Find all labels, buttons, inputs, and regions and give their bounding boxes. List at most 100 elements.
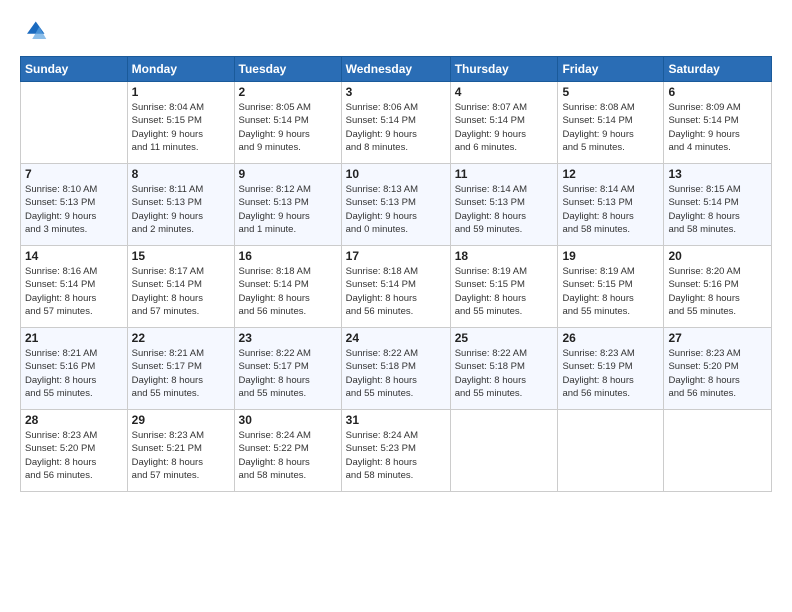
day-info: Sunrise: 8:10 AMSunset: 5:13 PMDaylight:…	[25, 183, 123, 236]
calendar-cell: 7 Sunrise: 8:10 AMSunset: 5:13 PMDaylight…	[21, 164, 128, 246]
calendar-week-row: 7 Sunrise: 8:10 AMSunset: 5:13 PMDaylight…	[21, 164, 772, 246]
day-number: 8	[132, 167, 230, 181]
day-info: Sunrise: 8:11 AMSunset: 5:13 PMDaylight:…	[132, 183, 230, 236]
day-info: Sunrise: 8:09 AMSunset: 5:14 PMDaylight:…	[668, 101, 767, 154]
day-number: 6	[668, 85, 767, 99]
day-number: 12	[562, 167, 659, 181]
header	[20, 18, 772, 46]
calendar-cell: 16 Sunrise: 8:18 AMSunset: 5:14 PMDayligh…	[234, 246, 341, 328]
day-info: Sunrise: 8:14 AMSunset: 5:13 PMDaylight:…	[455, 183, 554, 236]
calendar-week-row: 21 Sunrise: 8:21 AMSunset: 5:16 PMDayligh…	[21, 328, 772, 410]
day-number: 28	[25, 413, 123, 427]
calendar-cell: 26Sunrise: 8:23 AMSunset: 5:19 PMDayligh…	[558, 328, 664, 410]
calendar-cell: 11Sunrise: 8:14 AMSunset: 5:13 PMDayligh…	[450, 164, 558, 246]
calendar-cell: 19 Sunrise: 8:19 AMSunset: 5:15 PMDayligh…	[558, 246, 664, 328]
calendar-cell	[558, 410, 664, 492]
day-info: Sunrise: 8:16 AMSunset: 5:14 PMDaylight:…	[25, 265, 123, 318]
calendar-cell	[450, 410, 558, 492]
calendar-cell: 8 Sunrise: 8:11 AMSunset: 5:13 PMDaylight…	[127, 164, 234, 246]
day-number: 10	[346, 167, 446, 181]
day-info: Sunrise: 8:06 AMSunset: 5:14 PMDaylight:…	[346, 101, 446, 154]
weekday-header-sunday: Sunday	[21, 57, 128, 82]
day-info: Sunrise: 8:07 AMSunset: 5:14 PMDaylight:…	[455, 101, 554, 154]
calendar-cell: 25 Sunrise: 8:22 AMSunset: 5:18 PMDayligh…	[450, 328, 558, 410]
day-number: 4	[455, 85, 554, 99]
weekday-header-friday: Friday	[558, 57, 664, 82]
day-info: Sunrise: 8:22 AMSunset: 5:18 PMDaylight:…	[346, 347, 446, 400]
calendar-cell: 5 Sunrise: 8:08 AMSunset: 5:14 PMDaylight…	[558, 82, 664, 164]
day-info: Sunrise: 8:21 AMSunset: 5:16 PMDaylight:…	[25, 347, 123, 400]
logo-icon	[20, 18, 48, 46]
day-number: 9	[239, 167, 337, 181]
day-number: 29	[132, 413, 230, 427]
day-info: Sunrise: 8:19 AMSunset: 5:15 PMDaylight:…	[455, 265, 554, 318]
calendar-cell: 22 Sunrise: 8:21 AMSunset: 5:17 PMDayligh…	[127, 328, 234, 410]
weekday-header-tuesday: Tuesday	[234, 57, 341, 82]
day-number: 20	[668, 249, 767, 263]
day-number: 5	[562, 85, 659, 99]
day-number: 22	[132, 331, 230, 345]
day-number: 13	[668, 167, 767, 181]
day-info: Sunrise: 8:17 AMSunset: 5:14 PMDaylight:…	[132, 265, 230, 318]
day-info: Sunrise: 8:13 AMSunset: 5:13 PMDaylight:…	[346, 183, 446, 236]
weekday-header-row: SundayMondayTuesdayWednesdayThursdayFrid…	[21, 57, 772, 82]
day-number: 21	[25, 331, 123, 345]
calendar-week-row: 28Sunrise: 8:23 AMSunset: 5:20 PMDayligh…	[21, 410, 772, 492]
calendar-cell: 3 Sunrise: 8:06 AMSunset: 5:14 PMDaylight…	[341, 82, 450, 164]
day-info: Sunrise: 8:08 AMSunset: 5:14 PMDaylight:…	[562, 101, 659, 154]
day-number: 24	[346, 331, 446, 345]
logo	[20, 18, 52, 46]
day-info: Sunrise: 8:23 AMSunset: 5:19 PMDaylight:…	[562, 347, 659, 400]
day-info: Sunrise: 8:23 AMSunset: 5:21 PMDaylight:…	[132, 429, 230, 482]
calendar-cell: 6 Sunrise: 8:09 AMSunset: 5:14 PMDaylight…	[664, 82, 772, 164]
day-info: Sunrise: 8:22 AMSunset: 5:17 PMDaylight:…	[239, 347, 337, 400]
day-info: Sunrise: 8:04 AMSunset: 5:15 PMDaylight:…	[132, 101, 230, 154]
calendar-cell: 21 Sunrise: 8:21 AMSunset: 5:16 PMDayligh…	[21, 328, 128, 410]
day-number: 3	[346, 85, 446, 99]
day-info: Sunrise: 8:18 AMSunset: 5:14 PMDaylight:…	[239, 265, 337, 318]
day-number: 1	[132, 85, 230, 99]
day-number: 19	[562, 249, 659, 263]
day-number: 30	[239, 413, 337, 427]
calendar-cell: 31 Sunrise: 8:24 AMSunset: 5:23 PMDayligh…	[341, 410, 450, 492]
calendar-cell: 12 Sunrise: 8:14 AMSunset: 5:13 PMDayligh…	[558, 164, 664, 246]
weekday-header-saturday: Saturday	[664, 57, 772, 82]
weekday-header-monday: Monday	[127, 57, 234, 82]
day-info: Sunrise: 8:14 AMSunset: 5:13 PMDaylight:…	[562, 183, 659, 236]
day-info: Sunrise: 8:24 AMSunset: 5:22 PMDaylight:…	[239, 429, 337, 482]
calendar-cell: 2 Sunrise: 8:05 AMSunset: 5:14 PMDaylight…	[234, 82, 341, 164]
day-number: 15	[132, 249, 230, 263]
day-info: Sunrise: 8:20 AMSunset: 5:16 PMDaylight:…	[668, 265, 767, 318]
calendar-week-row: 1 Sunrise: 8:04 AMSunset: 5:15 PMDaylight…	[21, 82, 772, 164]
calendar-cell: 17Sunrise: 8:18 AMSunset: 5:14 PMDayligh…	[341, 246, 450, 328]
day-number: 2	[239, 85, 337, 99]
day-number: 31	[346, 413, 446, 427]
day-info: Sunrise: 8:19 AMSunset: 5:15 PMDaylight:…	[562, 265, 659, 318]
calendar-cell: 23 Sunrise: 8:22 AMSunset: 5:17 PMDayligh…	[234, 328, 341, 410]
weekday-header-thursday: Thursday	[450, 57, 558, 82]
day-number: 27	[668, 331, 767, 345]
day-number: 23	[239, 331, 337, 345]
calendar-table: SundayMondayTuesdayWednesdayThursdayFrid…	[20, 56, 772, 492]
day-number: 7	[25, 167, 123, 181]
calendar-cell: 18Sunrise: 8:19 AMSunset: 5:15 PMDayligh…	[450, 246, 558, 328]
calendar-cell: 24 Sunrise: 8:22 AMSunset: 5:18 PMDayligh…	[341, 328, 450, 410]
day-info: Sunrise: 8:23 AMSunset: 5:20 PMDaylight:…	[668, 347, 767, 400]
calendar-cell: 27 Sunrise: 8:23 AMSunset: 5:20 PMDayligh…	[664, 328, 772, 410]
day-info: Sunrise: 8:24 AMSunset: 5:23 PMDaylight:…	[346, 429, 446, 482]
calendar-cell: 28Sunrise: 8:23 AMSunset: 5:20 PMDayligh…	[21, 410, 128, 492]
day-info: Sunrise: 8:15 AMSunset: 5:14 PMDaylight:…	[668, 183, 767, 236]
calendar-cell: 30 Sunrise: 8:24 AMSunset: 5:22 PMDayligh…	[234, 410, 341, 492]
day-info: Sunrise: 8:12 AMSunset: 5:13 PMDaylight:…	[239, 183, 337, 236]
day-number: 17	[346, 249, 446, 263]
weekday-header-wednesday: Wednesday	[341, 57, 450, 82]
day-number: 16	[239, 249, 337, 263]
calendar-cell: 10 Sunrise: 8:13 AMSunset: 5:13 PMDayligh…	[341, 164, 450, 246]
calendar-cell: 4 Sunrise: 8:07 AMSunset: 5:14 PMDaylight…	[450, 82, 558, 164]
day-info: Sunrise: 8:21 AMSunset: 5:17 PMDaylight:…	[132, 347, 230, 400]
day-info: Sunrise: 8:22 AMSunset: 5:18 PMDaylight:…	[455, 347, 554, 400]
calendar-cell: 20 Sunrise: 8:20 AMSunset: 5:16 PMDayligh…	[664, 246, 772, 328]
day-number: 25	[455, 331, 554, 345]
calendar-cell: 1 Sunrise: 8:04 AMSunset: 5:15 PMDaylight…	[127, 82, 234, 164]
day-info: Sunrise: 8:05 AMSunset: 5:14 PMDaylight:…	[239, 101, 337, 154]
